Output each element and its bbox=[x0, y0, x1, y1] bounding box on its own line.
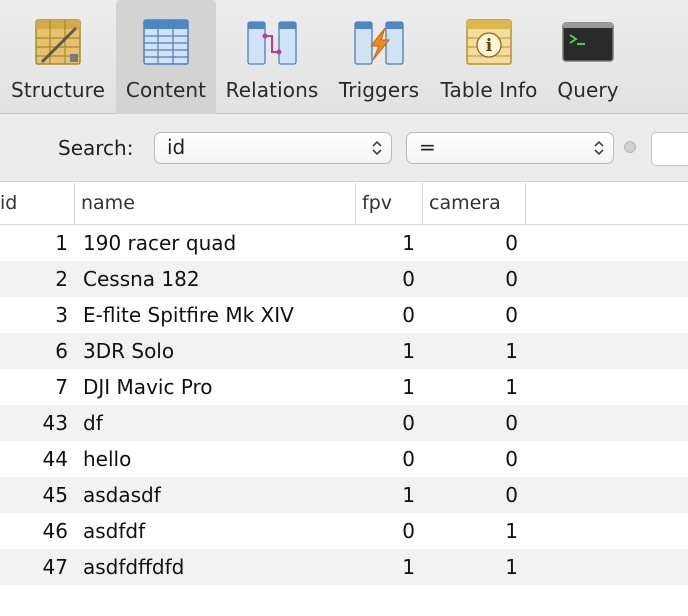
cell-fpv[interactable]: 1 bbox=[360, 225, 415, 261]
table-row[interactable]: 6 3DR Solo 1 1 bbox=[0, 333, 688, 369]
table-row[interactable]: 45 asdasdf 1 0 bbox=[0, 477, 688, 513]
updown-chevron-icon bbox=[372, 140, 382, 156]
operator-value: = bbox=[419, 135, 436, 159]
query-icon bbox=[562, 22, 614, 62]
cell-name[interactable]: asdfdffdfd bbox=[83, 549, 353, 585]
cell-name[interactable]: 190 racer quad bbox=[83, 225, 353, 261]
tab-content-label: Content bbox=[125, 78, 207, 102]
cell-camera[interactable]: 0 bbox=[423, 225, 518, 261]
triggers-icon bbox=[354, 21, 404, 65]
cell-camera[interactable]: 0 bbox=[423, 261, 518, 297]
table-row[interactable]: 7 DJI Mavic Pro 1 1 bbox=[0, 369, 688, 405]
toolbar: Structure Content Relations Triggers i T… bbox=[0, 0, 688, 114]
cell-camera[interactable]: 0 bbox=[423, 405, 518, 441]
cell-fpv[interactable]: 1 bbox=[360, 477, 415, 513]
cell-name[interactable]: asdfdf bbox=[83, 513, 353, 549]
table-info-icon: i bbox=[466, 19, 512, 65]
cell-fpv[interactable]: 0 bbox=[360, 405, 415, 441]
cell-camera[interactable]: 0 bbox=[423, 297, 518, 333]
cell-id[interactable]: 47 bbox=[0, 549, 68, 585]
cell-name[interactable]: hello bbox=[83, 441, 353, 477]
tab-query[interactable]: Query bbox=[552, 0, 624, 114]
search-field-select[interactable]: id bbox=[154, 132, 392, 164]
filter-bar: Search: id = bbox=[0, 114, 688, 182]
table-row[interactable]: 1 190 racer quad 1 0 bbox=[0, 225, 688, 261]
cell-fpv[interactable]: 1 bbox=[360, 549, 415, 585]
tab-table-info[interactable]: i Table Info bbox=[436, 0, 542, 114]
cell-id[interactable]: 44 bbox=[0, 441, 68, 477]
cell-name[interactable]: Cessna 182 bbox=[83, 261, 353, 297]
tab-relations[interactable]: Relations bbox=[222, 0, 322, 114]
cell-id[interactable]: 46 bbox=[0, 513, 68, 549]
table-row[interactable]: 46 asdfdf 0 1 bbox=[0, 513, 688, 549]
cell-camera[interactable]: 1 bbox=[423, 333, 518, 369]
content-icon bbox=[143, 19, 189, 65]
cell-camera[interactable]: 1 bbox=[423, 549, 518, 585]
table-row[interactable]: 47 asdfdffdfd 1 1 bbox=[0, 549, 688, 585]
table-row[interactable]: 44 hello 0 0 bbox=[0, 441, 688, 477]
tab-structure[interactable]: Structure bbox=[2, 0, 114, 114]
search-value-input[interactable] bbox=[651, 132, 688, 166]
cell-name[interactable]: df bbox=[83, 405, 353, 441]
cell-fpv[interactable]: 0 bbox=[360, 297, 415, 333]
cell-name[interactable]: E-flite Spitfire Mk XIV bbox=[83, 297, 353, 333]
content-table: id name fpv camera 1 190 racer quad 1 0 2 Ces… bbox=[0, 183, 688, 616]
table-row[interactable]: 2 Cessna 182 0 0 bbox=[0, 261, 688, 297]
cell-fpv[interactable]: 1 bbox=[360, 369, 415, 405]
tab-query-label: Query bbox=[557, 78, 619, 102]
cell-camera[interactable]: 1 bbox=[423, 513, 518, 549]
operator-select[interactable]: = bbox=[406, 132, 614, 164]
column-header-name[interactable]: name bbox=[75, 183, 356, 225]
cell-id[interactable]: 6 bbox=[0, 333, 68, 369]
table-row[interactable]: 3 E-flite Spitfire Mk XIV 0 0 bbox=[0, 297, 688, 333]
column-header-fpv[interactable]: fpv bbox=[356, 183, 423, 225]
tab-content[interactable]: Content bbox=[116, 0, 216, 114]
tab-structure-label: Structure bbox=[11, 78, 105, 102]
cell-fpv[interactable]: 0 bbox=[360, 441, 415, 477]
cell-id[interactable]: 7 bbox=[0, 369, 68, 405]
column-header-camera[interactable]: camera bbox=[423, 183, 526, 225]
table-header: id name fpv camera bbox=[0, 183, 688, 225]
svg-text:i: i bbox=[486, 36, 493, 56]
search-field-value: id bbox=[167, 135, 186, 159]
cell-id[interactable]: 45 bbox=[0, 477, 68, 513]
cell-id[interactable]: 1 bbox=[0, 225, 68, 261]
cell-name[interactable]: asdasdf bbox=[83, 477, 353, 513]
cell-fpv[interactable]: 0 bbox=[360, 261, 415, 297]
cell-id[interactable]: 3 bbox=[0, 297, 68, 333]
search-label: Search: bbox=[58, 136, 134, 160]
cell-camera[interactable]: 1 bbox=[423, 369, 518, 405]
tab-triggers-label: Triggers bbox=[338, 78, 420, 102]
relations-icon bbox=[247, 21, 297, 65]
cell-id[interactable]: 43 bbox=[0, 405, 68, 441]
cell-fpv[interactable]: 1 bbox=[360, 333, 415, 369]
table-row[interactable]: 43 df 0 0 bbox=[0, 405, 688, 441]
cell-camera[interactable]: 0 bbox=[423, 441, 518, 477]
updown-chevron-icon bbox=[594, 140, 604, 156]
filter-status-indicator bbox=[624, 141, 636, 153]
tab-table-info-label: Table Info bbox=[440, 78, 538, 102]
cell-id[interactable]: 2 bbox=[0, 261, 68, 297]
tab-relations-label: Relations bbox=[225, 78, 319, 102]
cell-camera[interactable]: 0 bbox=[423, 477, 518, 513]
column-header-id[interactable]: id bbox=[0, 183, 75, 225]
cell-name[interactable]: DJI Mavic Pro bbox=[83, 369, 353, 405]
structure-icon bbox=[35, 19, 81, 65]
cell-fpv[interactable]: 0 bbox=[360, 513, 415, 549]
tab-triggers[interactable]: Triggers bbox=[330, 0, 428, 114]
cell-name[interactable]: 3DR Solo bbox=[83, 333, 353, 369]
